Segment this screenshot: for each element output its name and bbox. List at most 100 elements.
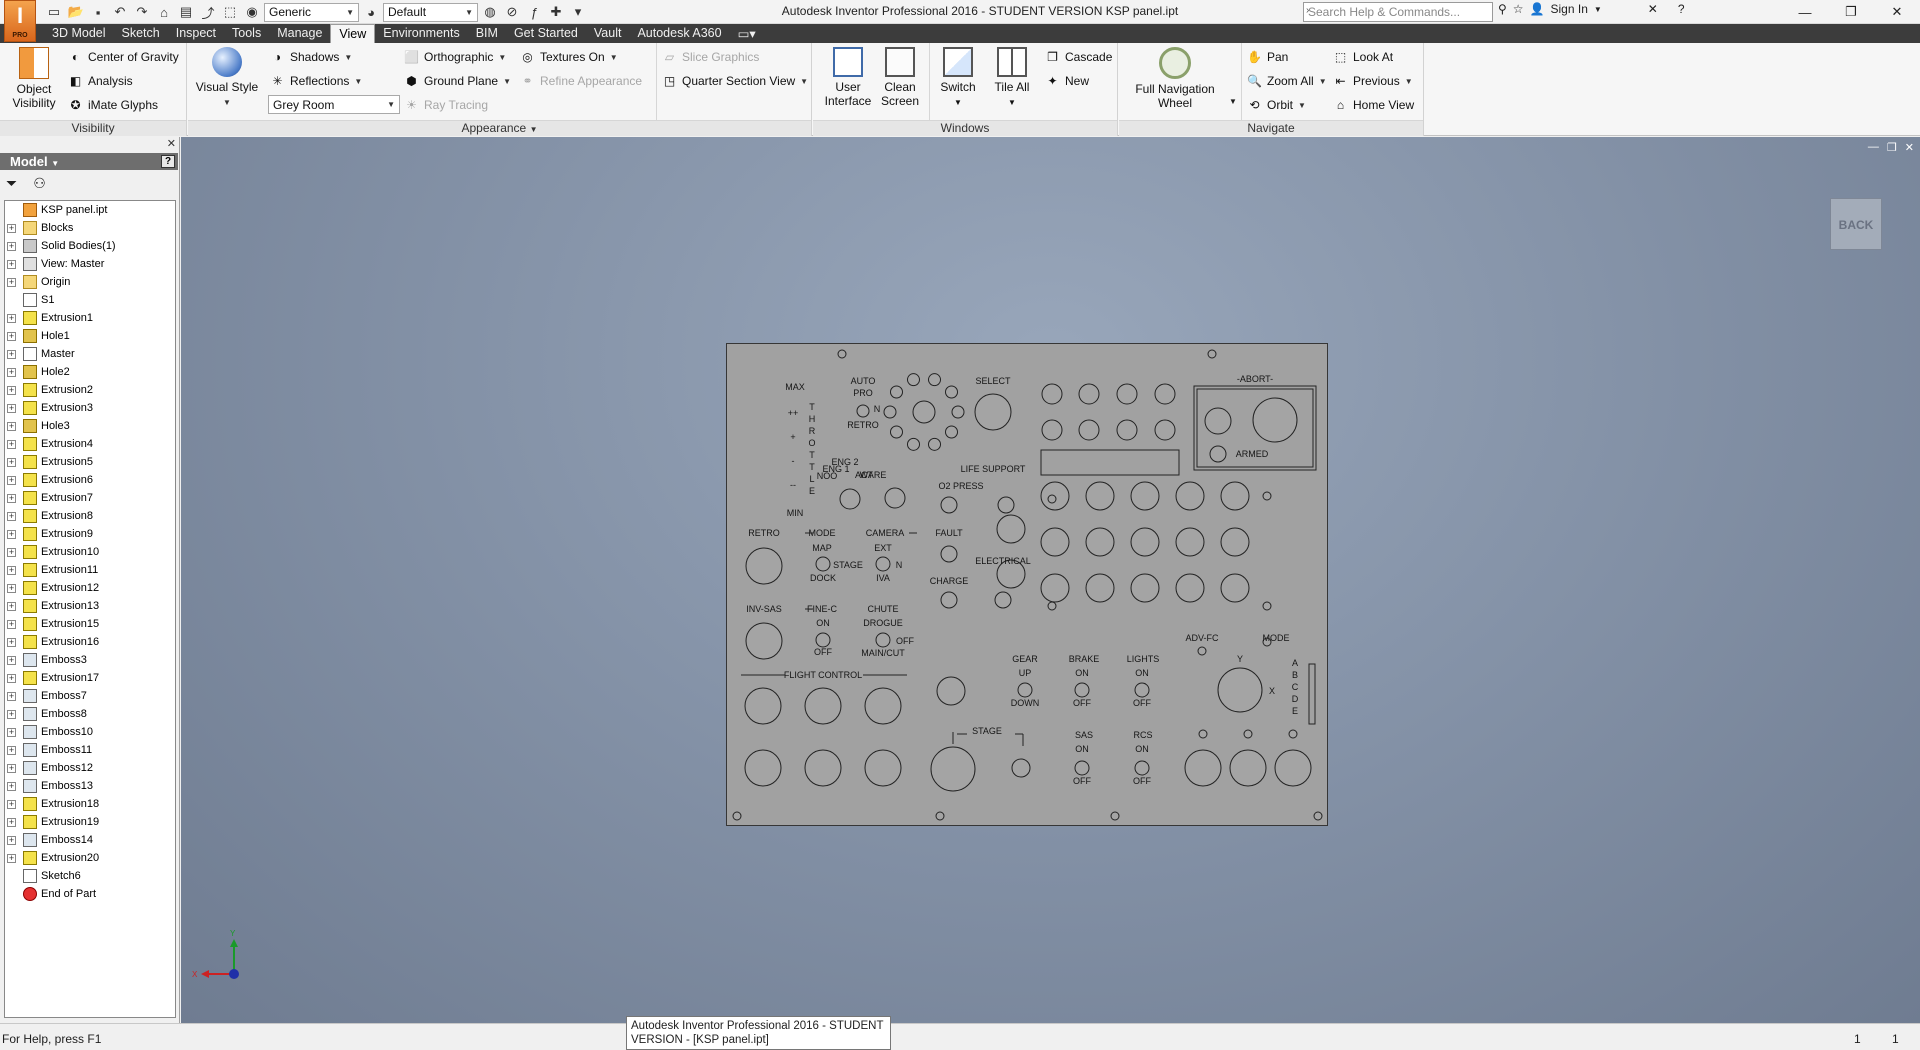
tree-node[interactable]: + Extrusion6 <box>5 471 175 489</box>
open-icon[interactable]: 📂 <box>66 2 86 22</box>
expand-icon[interactable]: + <box>7 709 16 719</box>
expand-icon[interactable]: + <box>7 331 16 341</box>
cascade-button[interactable]: ❐ Cascade <box>1045 47 1112 67</box>
customize-icon[interactable]: ▾ <box>568 2 588 22</box>
expand-icon[interactable]: + <box>7 601 16 611</box>
user-interface-button[interactable]: User Interface <box>817 47 879 108</box>
tree-node[interactable]: + Origin <box>5 273 175 291</box>
tree-node[interactable]: + Extrusion9 <box>5 525 175 543</box>
restore-view-icon[interactable]: ❐ <box>1887 141 1897 154</box>
tree-node[interactable]: + Master <box>5 345 175 363</box>
expand-icon[interactable]: + <box>7 583 16 593</box>
expand-icon[interactable]: + <box>7 745 16 755</box>
tree-node[interactable]: + Extrusion7 <box>5 489 175 507</box>
expand-icon[interactable]: + <box>7 763 16 773</box>
expand-icon[interactable]: + <box>7 223 16 233</box>
tree-node[interactable]: + Emboss8 <box>5 705 175 723</box>
new-icon[interactable]: ▭ <box>44 2 64 22</box>
tree-node[interactable]: + Extrusion3 <box>5 399 175 417</box>
orthographic-button[interactable]: ⬜ Orthographic ▼ <box>404 47 506 67</box>
function-icon[interactable]: ƒ <box>524 2 544 22</box>
tree-node[interactable]: + Extrusion4 <box>5 435 175 453</box>
expand-icon[interactable]: + <box>7 799 16 809</box>
zoom-all-button[interactable]: 🔍 Zoom All ▼ <box>1247 71 1327 91</box>
tree-node[interactable]: + Extrusion8 <box>5 507 175 525</box>
tree-node[interactable]: + Extrusion1 <box>5 309 175 327</box>
tab-view[interactable]: View <box>330 24 376 43</box>
expand-icon[interactable]: + <box>7 565 16 575</box>
tab-bim[interactable]: BIM <box>468 24 506 43</box>
tree-node[interactable]: + Solid Bodies(1) <box>5 237 175 255</box>
expand-icon[interactable]: + <box>7 457 16 467</box>
star-icon[interactable]: ☆ <box>1513 2 1524 16</box>
expand-icon[interactable]: + <box>7 529 16 539</box>
redo-icon[interactable]: ↷ <box>132 2 152 22</box>
tree-node[interactable]: KSP panel.ipt <box>5 201 175 219</box>
expand-icon[interactable]: + <box>7 403 16 413</box>
close-icon[interactable]: ✕ <box>167 137 176 150</box>
appearance-dropdown[interactable]: Default ▼ <box>383 2 478 22</box>
tree-node[interactable]: + Extrusion18 <box>5 795 175 813</box>
expand-icon[interactable]: + <box>7 277 16 287</box>
chevron-down-icon[interactable]: ▼ <box>1594 5 1602 14</box>
binoculars-icon[interactable]: ⚲ <box>1498 2 1507 16</box>
tree-node[interactable]: + Emboss11 <box>5 741 175 759</box>
tree-node[interactable]: + Extrusion19 <box>5 813 175 831</box>
tree-node[interactable]: + Emboss14 <box>5 831 175 849</box>
minimize-view-icon[interactable]: — <box>1868 141 1879 154</box>
exchange-icon[interactable]: ✕ <box>1648 2 1658 16</box>
browser-header[interactable]: Model ▼ ? <box>0 153 178 170</box>
chevron-down-icon[interactable]: ▼ <box>530 125 538 134</box>
previous-view-button[interactable]: ⇤ Previous ▼ <box>1333 71 1412 91</box>
tab-3d-model[interactable]: 3D Model <box>44 24 114 43</box>
expand-icon[interactable]: + <box>7 547 16 557</box>
tree-node[interactable]: + Emboss7 <box>5 687 175 705</box>
visual-style-button[interactable]: Visual Style ▼ <box>194 47 260 110</box>
update-icon[interactable]: ◉ <box>242 2 262 22</box>
expand-icon[interactable]: + <box>7 313 16 323</box>
expand-icon[interactable]: + <box>7 259 16 269</box>
tree-node[interactable]: + Extrusion2 <box>5 381 175 399</box>
search-input[interactable]: › Search Help & Commands... <box>1303 2 1493 22</box>
adjust-icon[interactable]: ◍ <box>480 2 500 22</box>
tree-node[interactable]: + Extrusion20 <box>5 849 175 867</box>
tab-sketch[interactable]: Sketch <box>114 24 168 43</box>
binoculars-icon[interactable]: ⚇ <box>33 175 46 192</box>
expand-icon[interactable]: + <box>7 367 16 377</box>
tile-all-button[interactable]: Tile All ▼ <box>987 47 1037 110</box>
select-icon[interactable]: ⬚ <box>220 2 240 22</box>
expand-icon[interactable]: + <box>7 385 16 395</box>
expand-icon[interactable]: + <box>7 511 16 521</box>
tree-node[interactable]: + Emboss13 <box>5 777 175 795</box>
slice-graphics-button[interactable]: ▱ Slice Graphics <box>662 47 760 67</box>
browser-help-button[interactable]: ? <box>161 155 175 168</box>
expand-icon[interactable]: + <box>7 817 16 827</box>
save-icon[interactable]: ▪ <box>88 2 108 22</box>
tab-inspect[interactable]: Inspect <box>168 24 224 43</box>
tree-node[interactable]: + Extrusion15 <box>5 615 175 633</box>
expand-icon[interactable]: + <box>7 439 16 449</box>
return-icon[interactable]: ⤴ <box>198 2 218 22</box>
look-at-button[interactable]: ⬚ Look At <box>1333 47 1393 67</box>
tree-node[interactable]: + Extrusion17 <box>5 669 175 687</box>
undo-icon[interactable]: ↶ <box>110 2 130 22</box>
new-window-button[interactable]: ✦ New <box>1045 71 1089 91</box>
expand-icon[interactable]: + <box>7 421 16 431</box>
sign-in-link[interactable]: Sign In <box>1551 2 1588 16</box>
tree-node[interactable]: + Extrusion12 <box>5 579 175 597</box>
expand-icon[interactable]: + <box>7 619 16 629</box>
object-visibility-button[interactable]: Object Visibility <box>6 47 62 110</box>
tree-node[interactable]: + Extrusion10 <box>5 543 175 561</box>
help-icon[interactable]: ? <box>1678 2 1685 16</box>
graphics-viewport[interactable]: — ❐ ✕ BACK MAX MIN ++ + - -- T H R O T T L E AUTO PRO N R… <box>181 137 1920 1023</box>
close-button[interactable]: ✕ <box>1874 0 1920 24</box>
tree-node[interactable]: + Hole2 <box>5 363 175 381</box>
expand-icon[interactable]: + <box>7 475 16 485</box>
expand-icon[interactable]: + <box>7 727 16 737</box>
tree-node[interactable]: + Hole1 <box>5 327 175 345</box>
quarter-section-view-button[interactable]: ◳ Quarter Section View ▼ <box>662 71 808 91</box>
tree-node[interactable]: + View: Master <box>5 255 175 273</box>
tab-environments[interactable]: Environments <box>375 24 467 43</box>
expand-icon[interactable]: + <box>7 673 16 683</box>
minimize-button[interactable]: — <box>1782 0 1828 24</box>
